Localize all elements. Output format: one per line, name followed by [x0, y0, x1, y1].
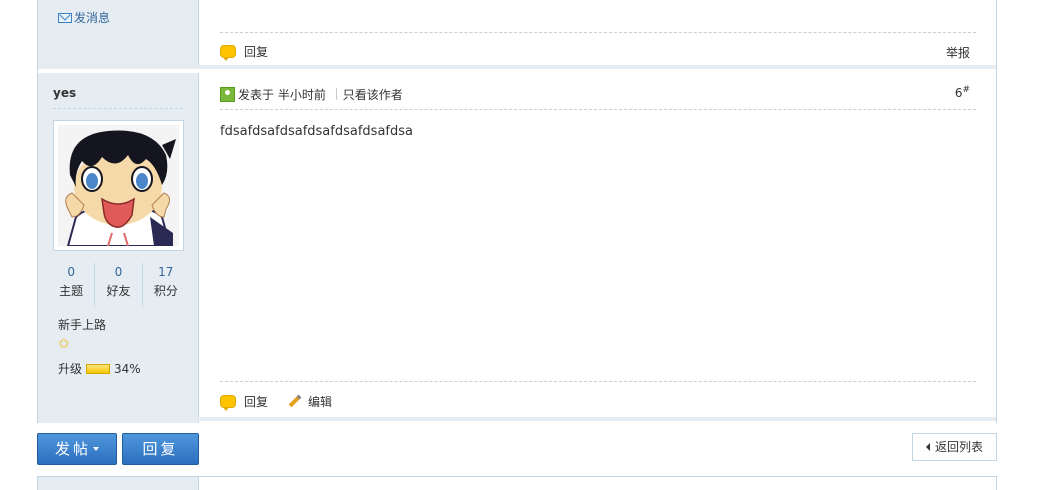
report-link[interactable]: 举报	[946, 44, 970, 61]
upgrade-bar-icon	[86, 364, 111, 374]
author-name[interactable]: yes	[53, 86, 76, 100]
back-arrow-icon	[925, 443, 930, 451]
stat-friends-value: 0	[114, 265, 123, 279]
mail-icon	[58, 13, 72, 23]
next-section	[37, 476, 997, 490]
reply-link[interactable]: 回复	[220, 393, 269, 411]
author-stats: 0 主题 0 好友 17 积分	[48, 263, 189, 307]
new-post-label: 发帖	[54, 440, 91, 458]
avatar-image	[58, 125, 179, 246]
edit-link[interactable]: 编辑	[288, 393, 332, 410]
prev-reply-link[interactable]: 回复	[220, 43, 269, 61]
back-to-list-label: 返回列表	[934, 440, 983, 454]
pencil-icon	[288, 394, 302, 408]
post-content: fdsafdsafdsafdsafdsafdsafdsa	[220, 124, 413, 139]
reply-bubble-icon	[220, 45, 236, 61]
reply-label: 回复	[244, 395, 269, 409]
user-rank[interactable]: 新手上路	[58, 316, 106, 333]
upgrade-label: 升级	[58, 362, 83, 376]
back-to-list-button[interactable]: 返回列表	[912, 433, 997, 461]
prev-reply-label: 回复	[244, 45, 269, 59]
posted-time: 半小时前	[277, 88, 326, 102]
stat-friends[interactable]: 0 好友	[94, 263, 141, 307]
divider	[53, 108, 183, 109]
avatar[interactable]	[53, 120, 184, 251]
previous-post: 发消息 回复 举报	[37, 0, 997, 69]
meta-separator	[335, 88, 337, 100]
next-sidebar	[38, 477, 199, 490]
author-sidebar: yes 0 主题 0 好友 17 积分 新手上路 ✩ 升级 34%	[38, 73, 199, 423]
only-author-link[interactable]: 只看该作者	[343, 88, 403, 102]
upgrade-progress: 升级 34%	[58, 360, 141, 377]
send-message-link[interactable]: 发消息	[58, 9, 110, 26]
floor-number[interactable]: 6#	[955, 85, 970, 100]
floor-mark: #	[962, 85, 970, 95]
stat-threads-label: 主题	[59, 284, 84, 298]
user-online-icon	[220, 87, 235, 102]
post-separator	[38, 417, 996, 421]
new-post-button[interactable]: 发帖	[37, 433, 117, 465]
stat-credits-value: 17	[158, 265, 174, 279]
prev-post-sidebar: 发消息	[38, 0, 199, 69]
send-message-label: 发消息	[74, 11, 111, 25]
posted-prefix: 发表于	[238, 88, 275, 102]
divider	[220, 109, 976, 110]
star-icon: ✩	[58, 336, 70, 352]
stat-threads-value: 0	[67, 265, 75, 279]
stat-credits[interactable]: 17 积分	[141, 263, 189, 307]
edit-label: 编辑	[308, 395, 333, 409]
prev-post-main: 回复 举报	[200, 0, 996, 69]
reply-button[interactable]: 回复	[122, 433, 199, 465]
post-main: 发表于 半小时前 只看该作者 6# fdsafdsafdsafdsafdsafd…	[200, 73, 996, 423]
divider	[220, 32, 976, 33]
stat-threads[interactable]: 0 主题	[48, 263, 94, 307]
stat-friends-label: 好友	[106, 284, 131, 298]
post-floor-6: yes 0 主题 0 好友 17 积分 新手上路 ✩ 升级 34% 发表于 半小…	[37, 69, 997, 423]
divider	[220, 381, 976, 382]
stat-credits-label: 积分	[153, 284, 178, 298]
chevron-down-icon	[93, 447, 99, 451]
post-meta: 发表于 半小时前 只看该作者	[220, 86, 403, 103]
reply-bubble-icon	[220, 395, 236, 411]
upgrade-percent: 34%	[114, 362, 141, 376]
